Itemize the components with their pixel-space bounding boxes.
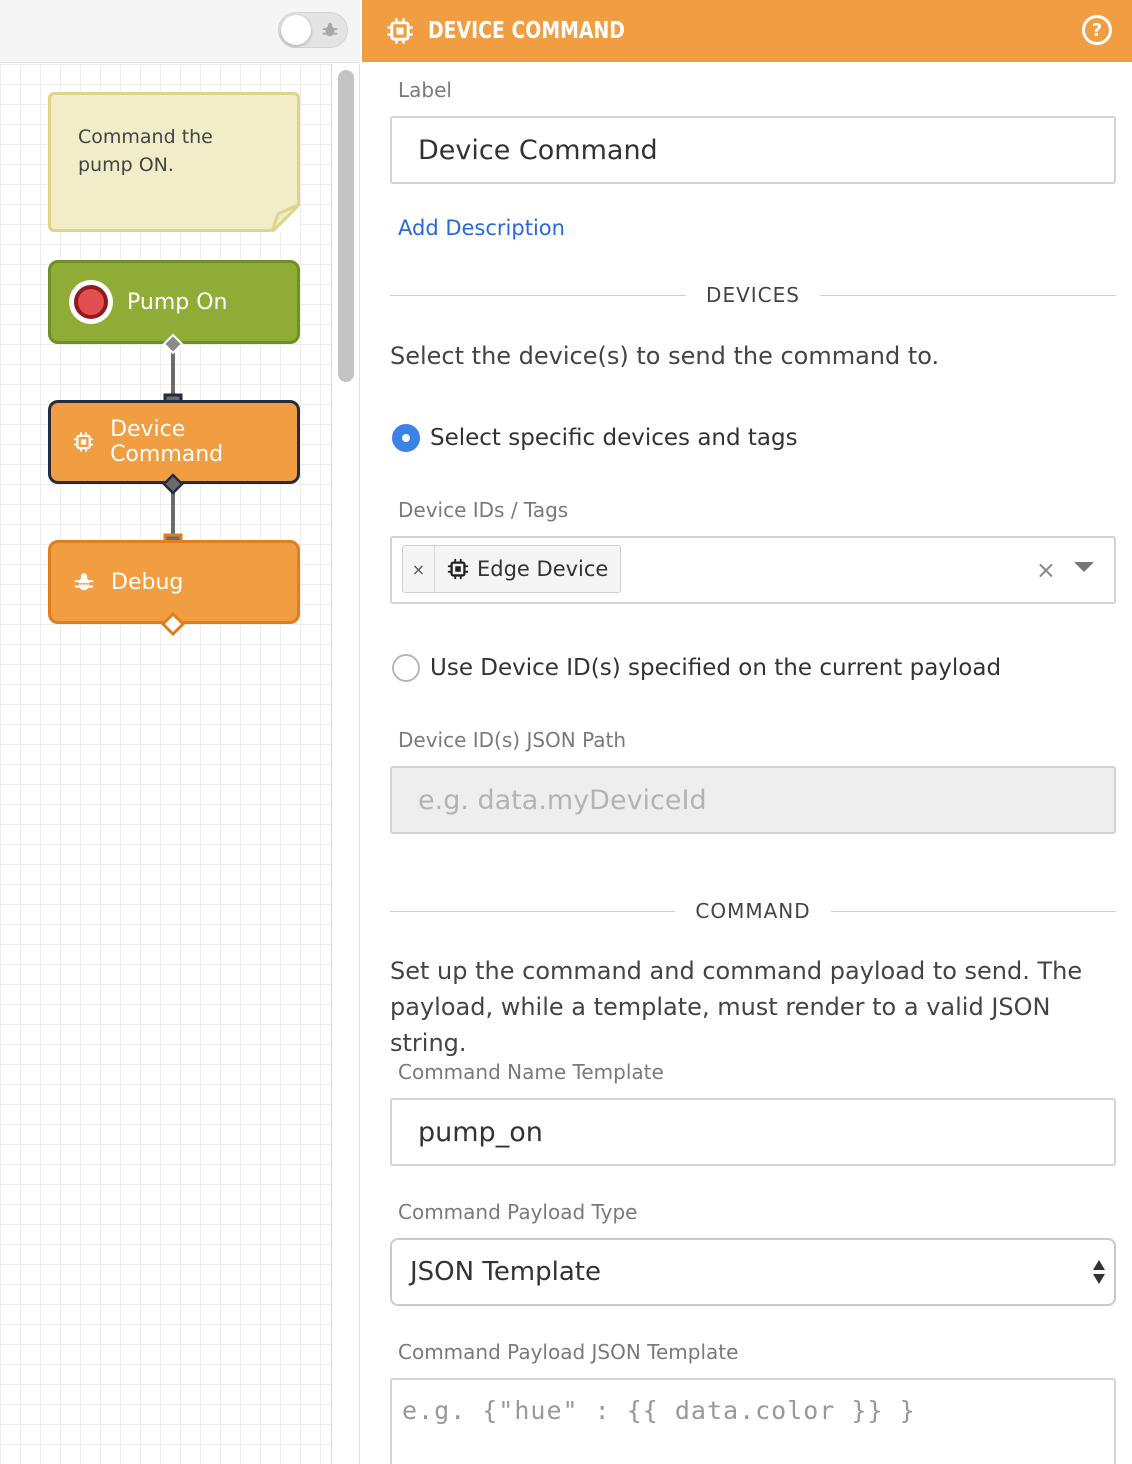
add-description-link[interactable]: Add Description [398, 216, 565, 240]
select-arrows-icon [1093, 1260, 1105, 1284]
json-path-input: e.g. data.myDeviceId [390, 766, 1116, 834]
radio-specific-devices[interactable]: Select specific devices and tags [392, 424, 798, 452]
command-name-input[interactable]: pump_on [390, 1098, 1116, 1166]
radio-selected[interactable] [392, 424, 420, 452]
device-chip-icon [387, 18, 413, 44]
note-fold-corner [270, 202, 300, 232]
device-chip: × Edge Device [402, 545, 622, 593]
devices-section-divider: DEVICES [390, 282, 1117, 308]
payload-template-textarea[interactable]: e.g. {"hue" : {{ data.color }} } [390, 1378, 1116, 1464]
clear-selection-icon[interactable]: × [1036, 556, 1056, 584]
output-port[interactable] [161, 612, 185, 636]
bug-icon [74, 573, 94, 591]
help-icon[interactable]: ? [1082, 15, 1112, 45]
help-glyph: ? [1091, 19, 1103, 41]
node-label: Debug [111, 569, 184, 595]
devices-section-title: DEVICES [706, 283, 800, 307]
annotation-note[interactable]: Command the pump ON. [48, 92, 300, 232]
radio-label: Select specific devices and tags [430, 425, 798, 451]
canvas-scrollbar-thumb[interactable] [338, 70, 354, 382]
note-text: Command the pump ON. [78, 126, 213, 176]
command-section-title: COMMAND [695, 899, 811, 923]
toggle-knob [281, 15, 311, 45]
node-device-command[interactable]: Device Command [48, 400, 300, 484]
output-port[interactable] [162, 333, 184, 355]
node-label: Device Command [110, 417, 224, 467]
device-tags-select[interactable]: × Edge Device × [390, 536, 1116, 604]
radio-unselected[interactable] [392, 654, 420, 682]
node-label: Pump On [127, 289, 228, 315]
bug-icon [322, 22, 338, 37]
properties-panel: Label Device Command Add Description DEV… [362, 62, 1132, 1464]
select-value: JSON Template [410, 1257, 601, 1287]
panel-header: DEVICE COMMAND ? [362, 0, 1132, 62]
label-caption: Label [398, 78, 452, 102]
stop-icon [69, 280, 113, 324]
workflow-canvas-pane: Command the pump ON. Pump On Device Comm… [0, 0, 360, 1464]
json-path-caption: Device ID(s) JSON Path [398, 728, 627, 752]
payload-type-caption: Command Payload Type [398, 1200, 638, 1224]
command-name-caption: Command Name Template [398, 1060, 664, 1084]
device-chip-icon [73, 432, 94, 452]
output-port[interactable] [162, 473, 184, 495]
command-section-divider: COMMAND [390, 898, 1117, 924]
chip-remove-button[interactable]: × [403, 546, 435, 592]
device-chip-icon [447, 558, 469, 580]
radio-label: Use Device ID(s) specified on the curren… [430, 655, 1002, 681]
command-help-text: Set up the command and command payload t… [390, 957, 1083, 1057]
device-ids-caption: Device IDs / Tags [398, 498, 569, 522]
debug-toggle[interactable] [278, 12, 348, 48]
chevron-down-icon[interactable] [1074, 562, 1094, 572]
payload-type-select[interactable]: JSON Template [390, 1238, 1116, 1306]
payload-template-caption: Command Payload JSON Template [398, 1340, 739, 1364]
canvas-toolbar [0, 0, 360, 63]
radio-payload-device-ids[interactable]: Use Device ID(s) specified on the curren… [392, 654, 1001, 682]
panel-title: DEVICE COMMAND [428, 18, 625, 44]
label-input[interactable]: Device Command [390, 116, 1116, 184]
devices-help-text: Select the device(s) to send the command… [390, 342, 940, 370]
node-pump-on[interactable]: Pump On [48, 260, 300, 344]
chip-label: Edge Device [477, 557, 609, 581]
